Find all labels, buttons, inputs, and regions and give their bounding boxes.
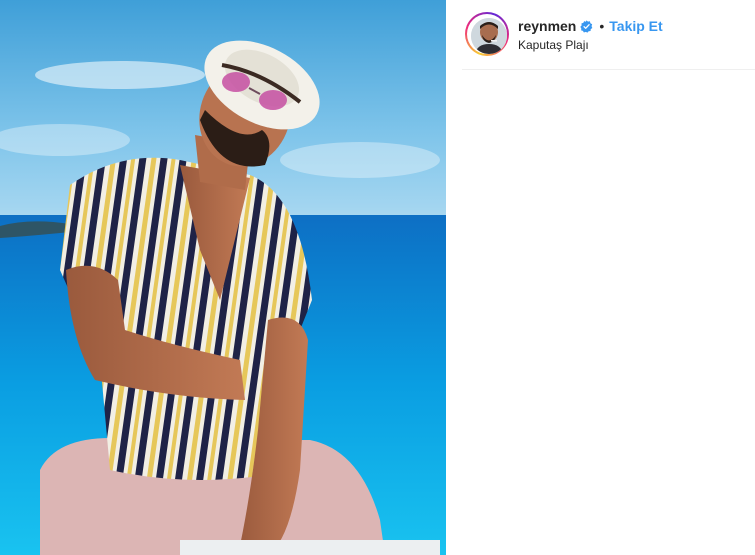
story-ring[interactable] [465, 12, 509, 56]
avatar-image [471, 18, 507, 54]
verified-badge-icon [580, 19, 593, 33]
username-link[interactable]: reynmen [518, 18, 576, 34]
avatar[interactable] [471, 18, 507, 54]
instagram-post: reynmen • Takip Et Kaputaş Plajı [0, 0, 755, 555]
post-photo-image [0, 0, 446, 555]
post-sidebar: reynmen • Takip Et Kaputaş Plajı [446, 0, 755, 555]
post-photo[interactable] [0, 0, 446, 555]
post-meta: reynmen • Takip Et Kaputaş Plajı [518, 17, 663, 52]
follow-button[interactable]: Takip Et [609, 18, 662, 34]
post-header: reynmen • Takip Et Kaputaş Plajı [462, 0, 755, 70]
location-link[interactable]: Kaputaş Plajı [518, 38, 663, 52]
separator-dot: • [599, 18, 605, 34]
